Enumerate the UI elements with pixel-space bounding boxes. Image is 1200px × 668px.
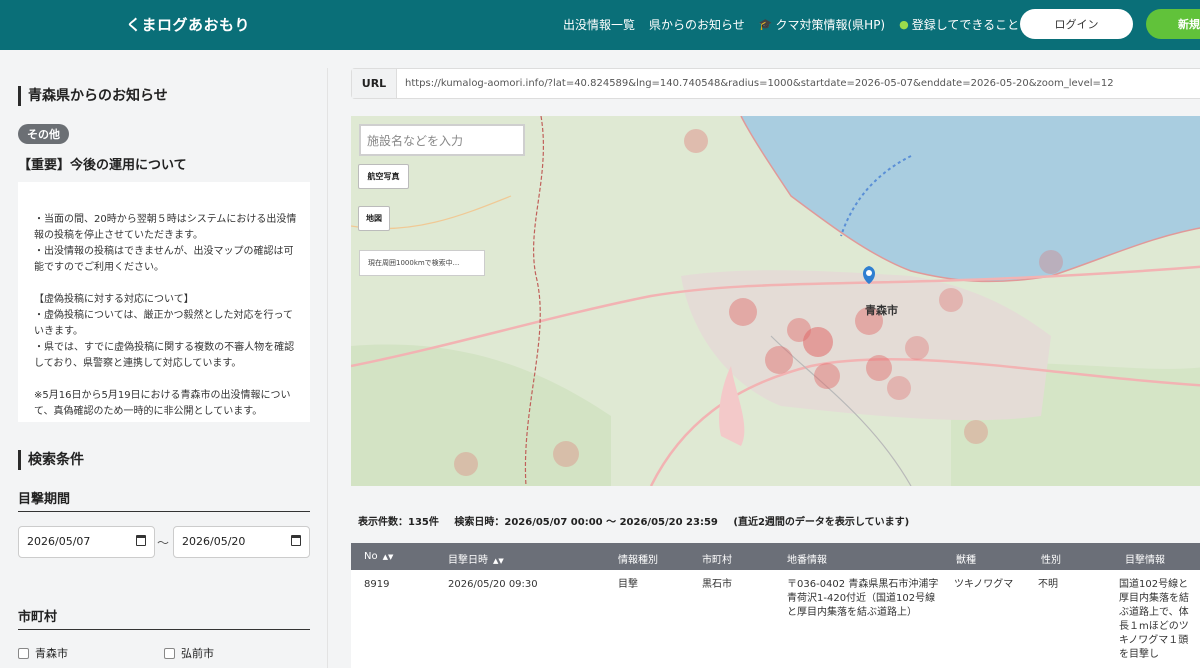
header-label: No [364, 551, 378, 562]
nav-prefecture-notices[interactable]: 県からのお知らせ [649, 16, 745, 33]
notice-category-badge: その他 [18, 124, 69, 144]
header-address: 地番情報 [787, 555, 827, 566]
checkbox[interactable] [18, 647, 29, 659]
calendar-icon[interactable] [136, 535, 146, 546]
login-button[interactable]: ログイン [1020, 9, 1133, 39]
nav-label: 登録してできること [911, 18, 1020, 32]
location-pin-icon: ● [899, 18, 909, 31]
period-label: 目撃期間 [18, 488, 310, 512]
sighting-circle[interactable] [553, 441, 579, 467]
header-type: 情報種別 [618, 555, 658, 566]
notice-line: ※5月16日から5月19日における青森市の出没情報について、真偽確認のため一時的… [34, 390, 291, 417]
map-view-button[interactable]: 地図 [358, 206, 390, 231]
notice-line: ・出没情報の投稿はできませんが、出没マップの確認は可能ですのでご利用ください。 [34, 246, 294, 273]
sighting-circle[interactable] [454, 452, 478, 476]
header-species: 獣種 [956, 555, 976, 566]
site-header: くまログあおもり 出没情報一覧 県からのお知らせ 🎓 クマ対策情報(県HP) ● 登… [0, 0, 1200, 50]
sort-icon[interactable]: ▲▼ [383, 553, 394, 561]
facility-search-input[interactable]: 施設名などを入力 [359, 124, 525, 156]
sighting-circle[interactable] [684, 129, 708, 153]
result-note: (直近2週間のデータを表示しています) [733, 517, 910, 528]
url-label: URL [352, 69, 397, 98]
date-from-value: 2026/05/07 [27, 535, 91, 548]
cell-type: 目撃 [618, 579, 638, 590]
notice-line [34, 372, 300, 388]
nav-label: クマ対策情報(県HP) [775, 18, 886, 32]
notice-body: ・当面の間、20時から翌朝５時はシステムにおける出没情報の投稿を停止させていただ… [18, 182, 310, 422]
notice-heading: 青森県からのお知らせ [18, 86, 168, 106]
marker-center [866, 270, 872, 276]
main-nav: 出没情報一覧 県からのお知らせ 🎓 クマ対策情報(県HP) ● 登録してできること [563, 16, 1033, 33]
search-status: 現在周囲1000kmで検索中... [359, 250, 485, 276]
graduation-hat-icon: 🎓 [758, 18, 773, 31]
sort-icon[interactable]: ▲▼ [493, 557, 504, 565]
checkbox[interactable] [164, 647, 175, 659]
header-info: 目撃情報 [1125, 555, 1165, 566]
nav-sightings-list[interactable]: 出没情報一覧 [563, 16, 635, 33]
sighting-circle[interactable] [814, 363, 840, 389]
sighting-map[interactable]: 施設名などを入力 航空写真 地図 現在周囲1000kmで検索中... 青森市 [351, 116, 1200, 486]
sighting-circle[interactable] [1039, 250, 1063, 274]
notice-line [34, 276, 300, 292]
nav-label: 県からのお知らせ [649, 18, 745, 32]
cell-no: 8919 [364, 579, 390, 590]
table-header: No ▲▼ 目撃日時 ▲▼ 情報種別 市町村 地番情報 獣種 性別 目撃情報 [351, 543, 1200, 570]
cell-address: 〒036-0402 青森県黒石市沖浦字青荷沢1-420付近（国道102号線と厚目… [787, 579, 939, 618]
checkbox-label: 弘前市 [181, 647, 214, 660]
cell-sex: 不明 [1038, 579, 1058, 590]
notice-title[interactable]: 【重要】今後の運用について [18, 154, 187, 173]
cell-datetime: 2026/05/20 09:30 [448, 579, 538, 590]
url-field[interactable]: https://kumalog-aomori.info/?lat=40.8245… [405, 78, 1114, 89]
city-label: 市町村 [18, 606, 310, 630]
sighting-circle[interactable] [729, 298, 757, 326]
sighting-circle[interactable] [887, 376, 911, 400]
cell-species: ツキノワグマ [954, 579, 1014, 590]
calendar-icon[interactable] [291, 535, 301, 546]
map-city-label: 青森市 [865, 304, 898, 317]
sighting-circle[interactable] [765, 346, 793, 374]
city-checkbox-hirosaki[interactable]: 弘前市 [164, 645, 214, 661]
city-checkbox-aomori[interactable]: 青森市 [18, 645, 68, 661]
table-row[interactable]: 8919 2026/05/20 09:30 目撃 黒石市 〒036-0402 青… [351, 570, 1200, 668]
nav-bear-measures[interactable]: 🎓 クマ対策情報(県HP) [759, 16, 885, 33]
date-range-separator: 〜 [157, 536, 170, 550]
notice-line: ・虚偽投稿については、厳正かつ毅然とした対応を行っていきます。 [34, 310, 293, 337]
header-datetime[interactable]: 目撃日時 ▲▼ [448, 551, 504, 566]
map-canvas[interactable] [351, 116, 1200, 486]
header-no[interactable]: No ▲▼ [364, 551, 393, 562]
sighting-circle[interactable] [964, 420, 988, 444]
sidebar: 青森県からのお知らせ その他 【重要】今後の運用について ・当面の間、20時から… [0, 68, 328, 668]
search-conditions-heading: 検索条件 [18, 450, 84, 470]
aerial-photo-button[interactable]: 航空写真 [358, 164, 409, 189]
date-to-input[interactable]: 2026/05/20 [173, 526, 310, 558]
cell-city: 黒石市 [702, 579, 732, 590]
sighting-circle[interactable] [905, 336, 929, 360]
notice-line: ・県では、すでに虚偽投稿に関する複数の不審人物を確認しており、県警察と連携して対… [34, 342, 295, 369]
share-url-bar: URL https://kumalog-aomori.info/?lat=40.… [351, 68, 1200, 99]
date-to-value: 2026/05/20 [182, 535, 246, 548]
cell-info: 国道102号線と厚目内集落を結ぶ道路上で、体長１mほどのツキノワグマ１頭を目撃し [1119, 579, 1189, 660]
signup-button[interactable]: 新規 [1146, 9, 1200, 39]
search-datetime: 検索日時：2026/05/07 00:00 〜 2026/05/20 23:59 [454, 517, 718, 528]
notice-line: 【虚偽投稿に対する対応について】 [34, 294, 194, 305]
result-count: 表示件数：135件 [358, 517, 439, 528]
sighting-circle[interactable] [866, 355, 892, 381]
header-label: 目撃日時 [448, 555, 488, 566]
notice-line: ・当面の間、20時から翌朝５時はシステムにおける出没情報の投稿を停止させていただ… [34, 214, 297, 241]
sighting-circle[interactable] [939, 288, 963, 312]
nav-label: 出没情報一覧 [563, 18, 636, 32]
site-logo[interactable]: くまログあおもり [126, 14, 250, 35]
nav-register-features[interactable]: ● 登録してできること [899, 16, 1019, 33]
result-summary: 表示件数：135件 検索日時：2026/05/07 00:00 〜 2026/0… [358, 513, 921, 528]
header-sex: 性別 [1041, 555, 1061, 566]
sighting-circle[interactable] [803, 327, 833, 357]
date-from-input[interactable]: 2026/05/07 [18, 526, 155, 558]
checkbox-label: 青森市 [35, 647, 68, 660]
header-city: 市町村 [702, 555, 732, 566]
